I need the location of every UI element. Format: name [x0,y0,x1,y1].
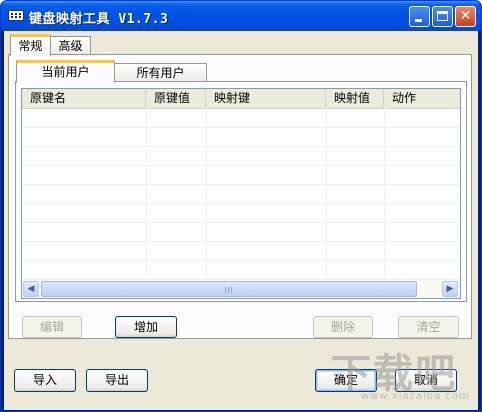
column-header-mapped-value[interactable]: 映射值 [326,89,384,108]
grid-row-line [22,165,460,166]
column-header-original-value[interactable]: 原键值 [146,89,206,108]
grip-line [231,287,232,293]
grid-column-line [326,108,327,280]
tab-current-user[interactable]: 当前用户 [16,60,115,83]
tab-general[interactable]: 常规 [10,34,51,56]
scroll-left-button[interactable]: ◀ [23,281,39,297]
grid-row-line [22,241,460,242]
window-title: 键盘映射工具 V1.7.3 [29,12,169,27]
column-header-action[interactable]: 动作 [384,89,460,108]
grip-line [228,287,229,293]
minimize-button[interactable] [409,6,430,27]
export-button[interactable]: 导出 [86,369,148,392]
chevron-right-icon: ▶ [446,284,454,294]
edit-button[interactable]: 编辑 [22,316,82,338]
column-header-original-key[interactable]: 原键名 [22,89,146,108]
mapping-list[interactable]: 原键名 原键值 映射键 映射值 动作 ◀ ▶ [21,88,461,299]
add-button[interactable]: 增加 [115,316,177,338]
grip-line [225,287,226,293]
grid-row-line [22,222,460,223]
grid-column-line [146,108,147,280]
maximize-icon [437,11,448,21]
maximize-button[interactable] [432,6,453,27]
grid-row-line [22,260,460,261]
grid-row-line [22,203,460,204]
keyboard-icon [8,10,24,21]
tab-advanced[interactable]: 高级 [50,36,91,55]
minimize-icon [415,19,422,22]
watermark-url: www.xiazaiba.com [361,391,470,402]
close-button[interactable]: ✕ [455,6,476,27]
column-header-mapped-key[interactable]: 映射键 [206,89,326,108]
grid-row-line [22,127,460,128]
tab-all-users[interactable]: 所有用户 [114,63,207,82]
app-window: 键盘映射工具 V1.7.3 ✕ 常规 高级 当前用户 所有用户 原键名 原键值 … [0,0,482,412]
grid-column-line [384,108,385,280]
watermark-logo: 下载吧 www.xiazaiba.com [331,341,481,411]
import-button[interactable]: 导入 [14,369,76,392]
grid-column-line [206,108,207,280]
title-bar[interactable]: 键盘映射工具 V1.7.3 ✕ [1,1,481,31]
grid-row-line [22,146,460,147]
horizontal-scrollbar[interactable]: ◀ ▶ [22,280,460,298]
clear-button[interactable]: 清空 [398,316,459,338]
close-icon: ✕ [459,8,472,24]
scroll-thumb[interactable] [41,281,417,297]
scroll-right-button[interactable]: ▶ [442,281,458,297]
grid-row-line [22,184,460,185]
chevron-left-icon: ◀ [27,284,35,294]
list-header: 原键名 原键值 映射键 映射值 动作 [22,89,460,109]
delete-button[interactable]: 删除 [313,316,373,338]
